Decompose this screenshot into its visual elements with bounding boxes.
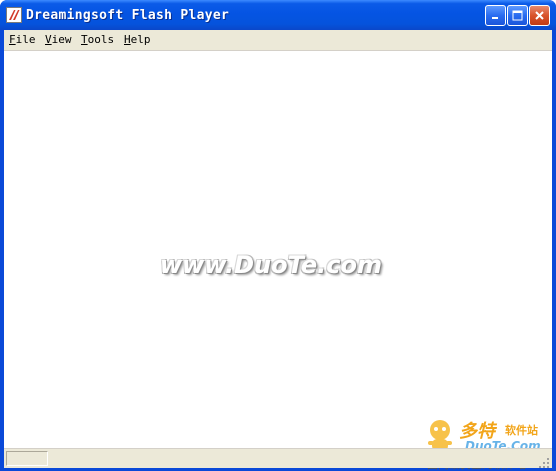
menu-bar: File View Tools Help xyxy=(4,30,552,51)
logo-brand-sub: 软件站 xyxy=(505,424,538,437)
flash-player-icon[interactable] xyxy=(6,7,22,23)
player-canvas[interactable]: www.DuoTe.com 多特 软件站 DuoTe.Com 国内最安全的软件站 xyxy=(4,51,552,471)
resize-grip-icon[interactable] xyxy=(538,454,550,468)
status-bar xyxy=(4,448,552,468)
status-pane xyxy=(6,451,48,466)
close-icon xyxy=(534,10,545,21)
minimize-button[interactable] xyxy=(485,5,506,26)
minimize-icon xyxy=(490,10,501,21)
maximize-button[interactable] xyxy=(507,5,528,26)
menu-view[interactable]: View xyxy=(45,33,72,46)
maximize-icon xyxy=(512,10,523,21)
menu-file[interactable]: File xyxy=(9,33,36,46)
menu-help[interactable]: Help xyxy=(124,33,151,46)
menu-tools[interactable]: Tools xyxy=(81,33,114,46)
client-area: File View Tools Help www.DuoTe.com 多特 软件… xyxy=(4,30,552,471)
title-bar[interactable]: Dreamingsoft Flash Player xyxy=(0,0,556,30)
watermark-text: www.DuoTe.com xyxy=(160,251,382,279)
app-window: Dreamingsoft Flash Player File View Tool… xyxy=(0,0,556,471)
close-button[interactable] xyxy=(529,5,550,26)
window-title: Dreamingsoft Flash Player xyxy=(26,8,230,23)
